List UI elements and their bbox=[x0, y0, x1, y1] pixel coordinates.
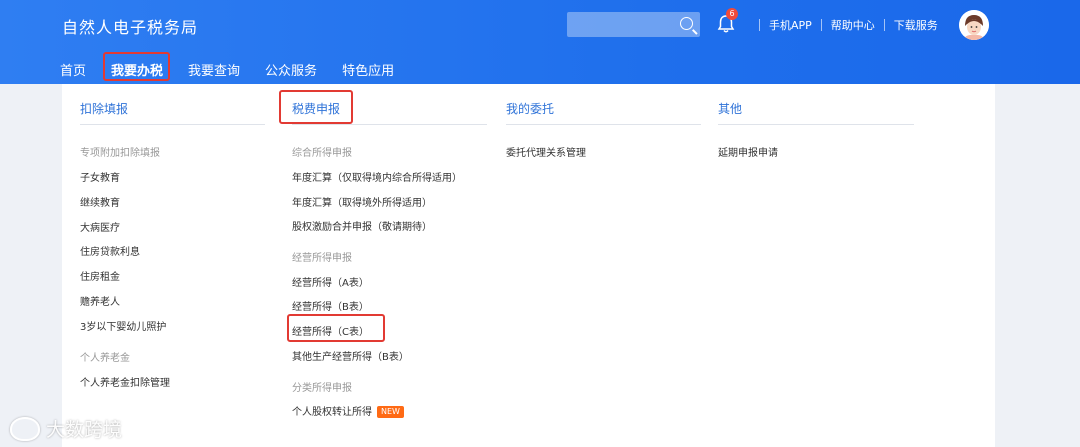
highlight-business-income-c bbox=[287, 314, 385, 342]
download-service-link[interactable]: 下载服务 bbox=[894, 17, 938, 33]
mobile-app-link[interactable]: 手机APP bbox=[769, 17, 812, 33]
divider bbox=[506, 124, 701, 125]
menu-item-continuing-education[interactable]: 继续教育 bbox=[80, 194, 120, 209]
menu-item-serious-illness[interactable]: 大病医疗 bbox=[80, 219, 120, 234]
dropdown-menu-panel: 扣除填报 专项附加扣除填报 子女教育 继续教育 大病医疗 住房贷款利息 住房租金… bbox=[62, 84, 995, 447]
nav-query[interactable]: 我要查询 bbox=[188, 60, 240, 80]
avatar-image bbox=[959, 10, 989, 40]
menu-item-business-income-b[interactable]: 经营所得（B表） bbox=[292, 298, 369, 313]
group-label: 经营所得申报 bbox=[292, 253, 352, 264]
menu-item-equity-incentive[interactable]: 股权激励合并申报（敬请期待） bbox=[292, 218, 432, 233]
menu-item-housing-rent[interactable]: 住房租金 bbox=[80, 268, 120, 283]
menu-item-elderly-support[interactable]: 赡养老人 bbox=[80, 293, 120, 308]
divider bbox=[80, 124, 265, 125]
group-label: 分类所得申报 bbox=[292, 383, 352, 394]
divider bbox=[759, 19, 760, 31]
watermark-logo-icon bbox=[10, 416, 40, 441]
menu-item-equity-transfer[interactable]: 个人股权转让所得 NEW bbox=[292, 403, 404, 418]
divider bbox=[292, 124, 487, 125]
help-center-link[interactable]: 帮助中心 bbox=[831, 17, 875, 33]
menu-item-annual-settlement-domestic[interactable]: 年度汇算（仅取得境内综合所得适用） bbox=[292, 169, 462, 184]
nav-featured-apps[interactable]: 特色应用 bbox=[342, 60, 394, 80]
menu-item-annual-settlement-overseas[interactable]: 年度汇算（取得境外所得适用） bbox=[292, 194, 432, 209]
menu-item-other-business-income-b[interactable]: 其他生产经营所得（B表） bbox=[292, 348, 409, 363]
group-label: 综合所得申报 bbox=[292, 148, 352, 159]
site-title[interactable]: 自然人电子税务局 bbox=[62, 14, 198, 38]
notification-badge: 6 bbox=[726, 8, 738, 20]
nav-public-service[interactable]: 公众服务 bbox=[265, 60, 317, 80]
menu-item-deferred-filing[interactable]: 延期申报申请 bbox=[718, 144, 778, 159]
divider bbox=[883, 19, 885, 31]
divider bbox=[718, 124, 914, 125]
column-title[interactable]: 我的委托 bbox=[506, 100, 554, 117]
group-label: 专项附加扣除填报 bbox=[80, 148, 160, 159]
menu-item-pension-deduction[interactable]: 个人养老金扣除管理 bbox=[80, 374, 170, 389]
nav-home[interactable]: 首页 bbox=[60, 60, 86, 80]
menu-item-mortgage-interest[interactable]: 住房贷款利息 bbox=[80, 243, 140, 258]
menu-item-business-income-a[interactable]: 经营所得（A表） bbox=[292, 274, 369, 289]
watermark: 大数跨境 bbox=[10, 415, 122, 442]
menu-item-label: 个人股权转让所得 bbox=[292, 407, 372, 418]
divider bbox=[820, 19, 822, 31]
watermark-text: 大数跨境 bbox=[46, 419, 123, 441]
menu-item-child-education[interactable]: 子女教育 bbox=[80, 169, 120, 184]
highlight-nav-tax-filing bbox=[103, 52, 170, 81]
new-badge: NEW bbox=[377, 406, 404, 418]
group-label: 个人养老金 bbox=[80, 353, 130, 364]
column-title[interactable]: 其他 bbox=[718, 100, 742, 117]
search-icon[interactable] bbox=[680, 17, 693, 30]
column-title[interactable]: 扣除填报 bbox=[80, 100, 128, 117]
top-links: 手机APP 帮助中心 下载服务 bbox=[750, 17, 938, 33]
user-avatar[interactable] bbox=[959, 10, 989, 40]
menu-item-infant-care[interactable]: 3岁以下婴幼儿照护 bbox=[80, 318, 166, 333]
search-input[interactable] bbox=[567, 12, 700, 37]
menu-item-agency-management[interactable]: 委托代理关系管理 bbox=[506, 144, 586, 159]
highlight-tax-declaration bbox=[279, 90, 353, 124]
